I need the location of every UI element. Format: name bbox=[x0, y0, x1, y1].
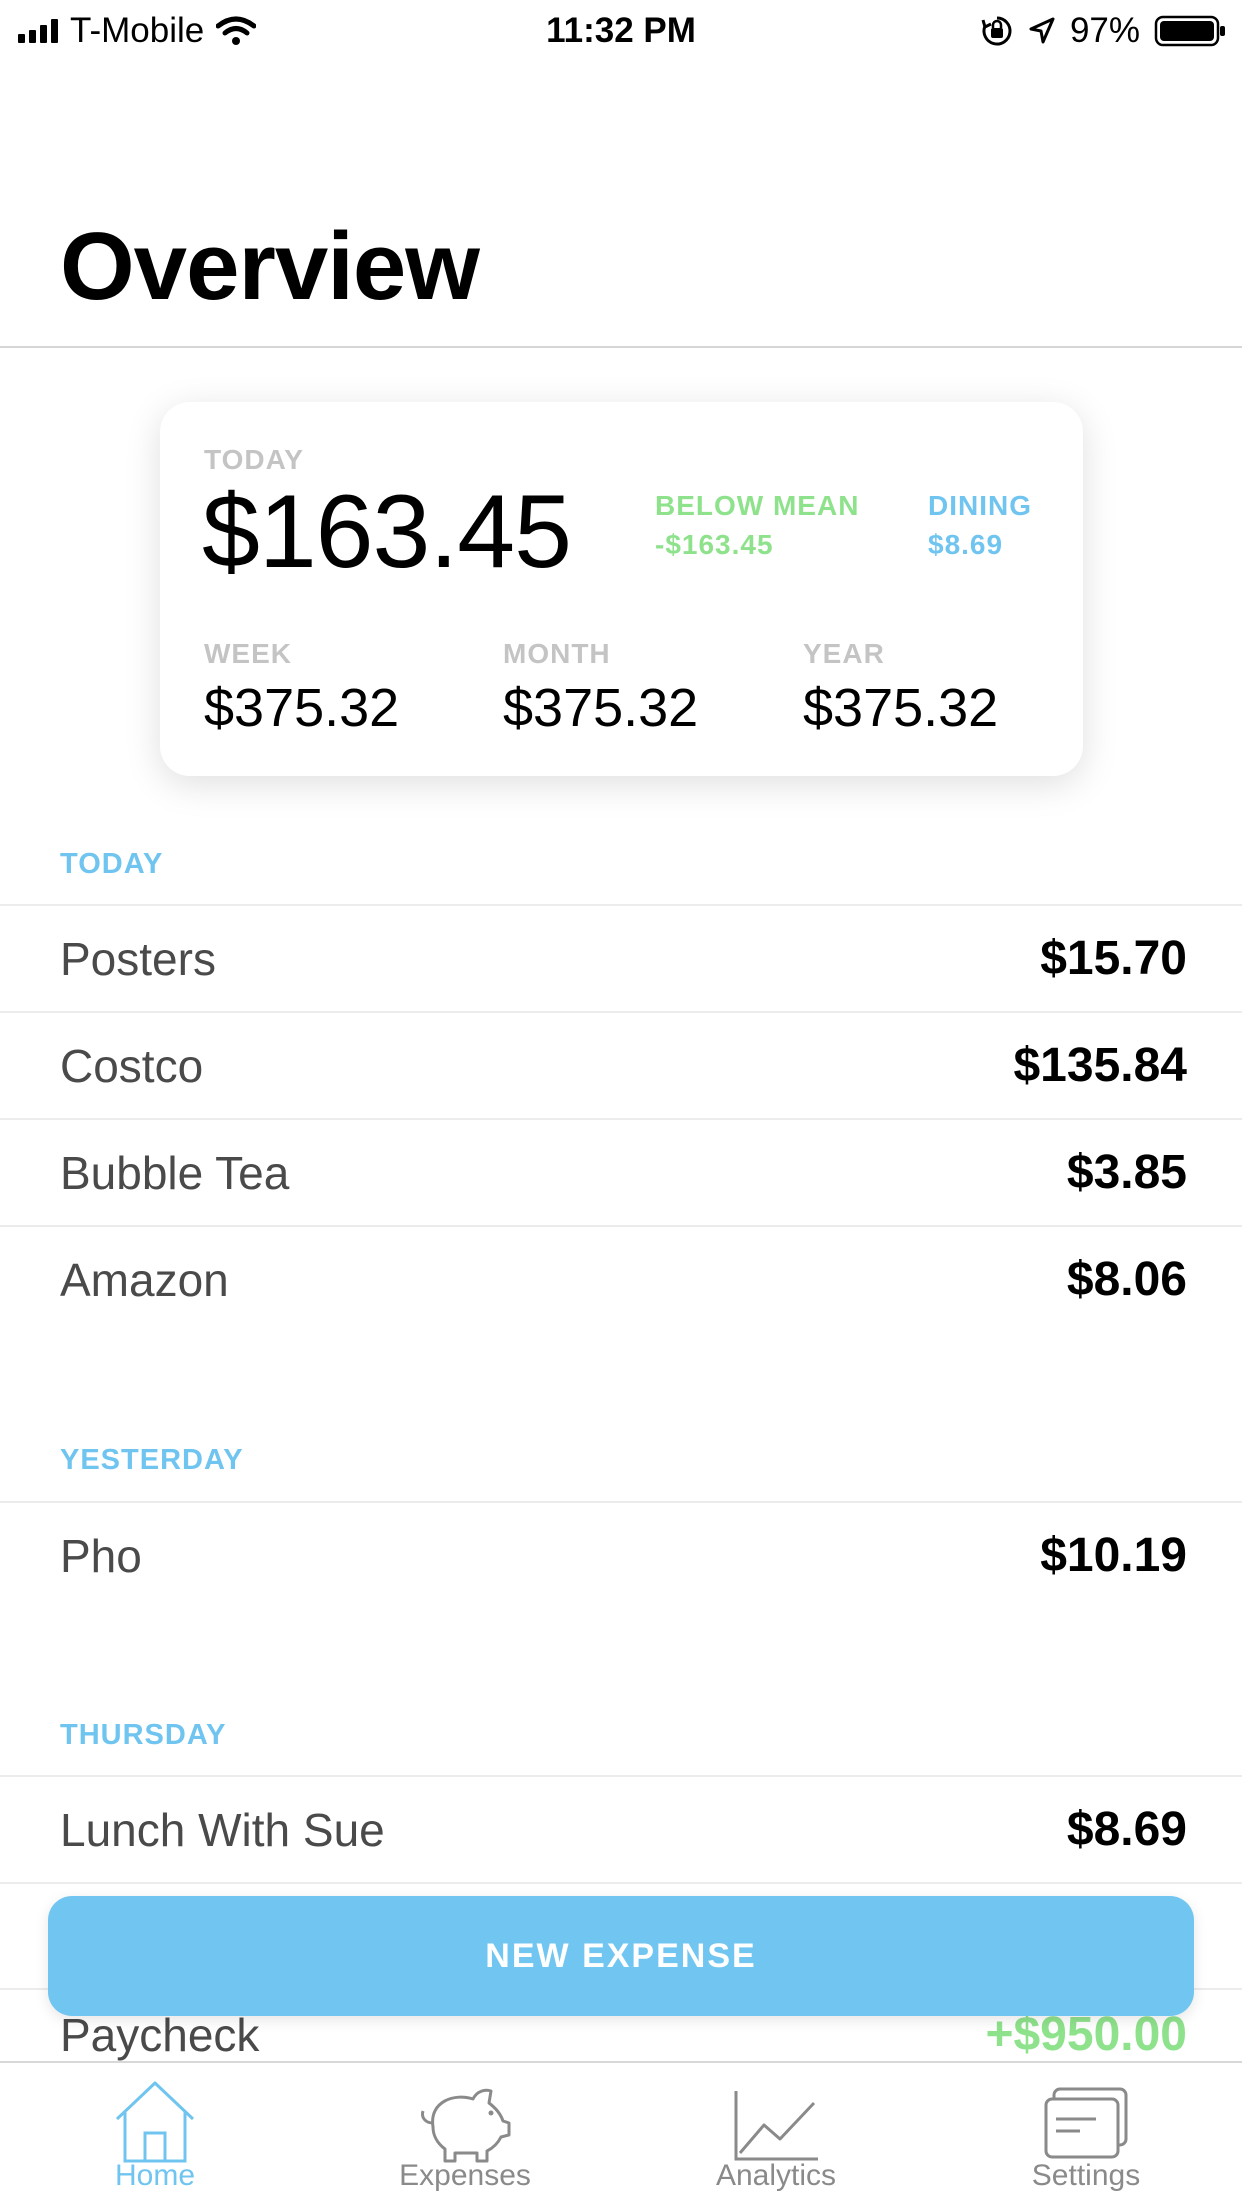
expense-name: Posters bbox=[60, 933, 216, 985]
page-title: Overview bbox=[60, 213, 480, 320]
week-summary: WEEK $375.32 bbox=[204, 638, 399, 740]
header-divider bbox=[0, 346, 1242, 348]
below-mean-label: BELOW MEAN bbox=[655, 490, 860, 521]
expense-name: Lunch With Sue bbox=[60, 1804, 385, 1856]
tab-expenses[interactable]: Expenses bbox=[365, 2063, 565, 2208]
row-divider bbox=[0, 1882, 1242, 1884]
settings-cards-icon bbox=[1044, 2087, 1128, 2159]
expense-name: Costco bbox=[60, 1040, 204, 1092]
section-header-thursday: THURSDAY bbox=[60, 1719, 227, 1751]
battery-icon bbox=[1154, 15, 1225, 47]
location-arrow-icon bbox=[1029, 17, 1055, 44]
month-total: $375.32 bbox=[503, 678, 699, 738]
month-summary: MONTH $375.32 bbox=[503, 638, 698, 740]
year-total: $375.32 bbox=[803, 678, 999, 738]
tab-analytics[interactable]: Analytics bbox=[676, 2063, 876, 2208]
expense-amount: $8.06 bbox=[1066, 1253, 1187, 1306]
week-label: WEEK bbox=[204, 638, 292, 669]
expense-amount: $15.70 bbox=[1040, 932, 1187, 985]
week-total: $375.32 bbox=[204, 678, 400, 738]
status-right: 97% bbox=[980, 10, 1228, 52]
expense-amount: $10.19 bbox=[1040, 1529, 1187, 1582]
expense-name: Pho bbox=[60, 1530, 142, 1582]
summary-card[interactable]: TODAY $163.45 BELOW MEAN -$163.45 DINING… bbox=[160, 402, 1083, 776]
tab-label: Settings bbox=[1031, 2159, 1141, 2192]
new-expense-button[interactable]: NEW EXPENSE bbox=[48, 1896, 1194, 2016]
tab-label: Home bbox=[114, 2159, 196, 2192]
expense-name: Amazon bbox=[60, 1254, 229, 1306]
tab-bar: Home Expenses Analytics Settings bbox=[0, 2061, 1242, 2208]
month-label: MONTH bbox=[503, 638, 611, 669]
piggy-bank-icon bbox=[421, 2088, 511, 2163]
expense-row[interactable]: Bubble Tea $3.85 bbox=[0, 1120, 1242, 1226]
year-summary: YEAR $375.32 bbox=[803, 638, 998, 740]
tab-label: Expenses bbox=[399, 2159, 531, 2192]
today-total: $163.45 bbox=[202, 474, 572, 590]
expense-amount: $135.84 bbox=[1013, 1039, 1187, 1092]
expense-row[interactable]: Lunch With Sue $8.69 bbox=[0, 1777, 1242, 1883]
status-bar: T-Mobile 11:32 PM 97% bbox=[0, 0, 1242, 62]
section-header-yesterday: YESTERDAY bbox=[60, 1444, 244, 1476]
expense-row[interactable]: Pho $10.19 bbox=[0, 1503, 1242, 1609]
expense-row[interactable]: Costco $135.84 bbox=[0, 1013, 1242, 1119]
home-icon bbox=[115, 2081, 195, 2163]
year-label: YEAR bbox=[803, 638, 885, 669]
section-header-today: TODAY bbox=[60, 848, 164, 880]
expense-name: Bubble Tea bbox=[60, 1147, 290, 1199]
tab-settings[interactable]: Settings bbox=[986, 2063, 1186, 2208]
top-category-label: DINING bbox=[928, 490, 1032, 521]
expense-row[interactable]: Amazon $8.06 bbox=[0, 1227, 1242, 1333]
battery-percent: 97% bbox=[1069, 11, 1140, 50]
expense-amount: $8.69 bbox=[1066, 1803, 1187, 1856]
top-category-value: $8.69 bbox=[928, 529, 1004, 560]
tab-home[interactable]: Home bbox=[55, 2063, 255, 2208]
below-mean-value: -$163.45 bbox=[655, 529, 774, 560]
tab-label: Analytics bbox=[715, 2159, 837, 2192]
expense-row[interactable]: Posters $15.70 bbox=[0, 906, 1242, 1012]
orientation-lock-icon bbox=[981, 16, 1012, 46]
expense-amount: $3.85 bbox=[1066, 1146, 1187, 1199]
line-chart-icon bbox=[734, 2091, 818, 2161]
